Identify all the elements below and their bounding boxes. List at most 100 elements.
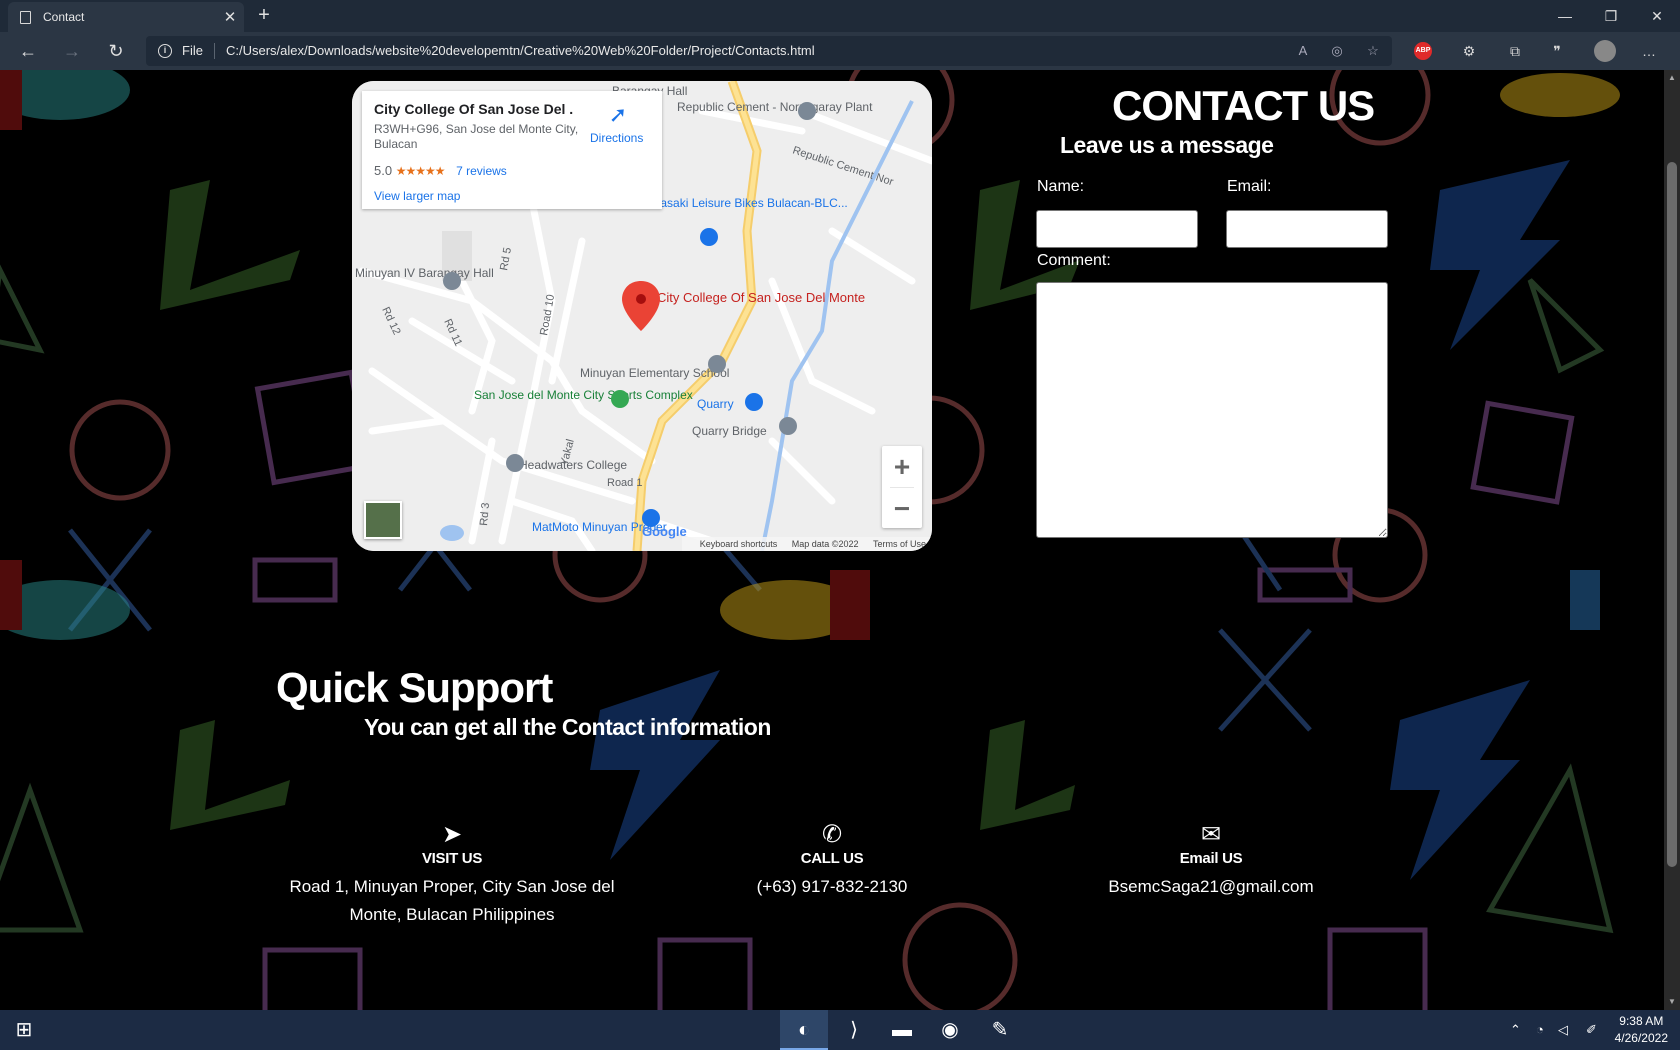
visit-us-heading: VISIT US [421,850,483,867]
obs-icon[interactable]: ◉ [926,1010,974,1050]
comment-textarea[interactable] [1036,282,1388,538]
refresh-button[interactable]: ↻ [102,38,130,64]
keyboard-shortcuts-link[interactable]: Keyboard shortcuts [700,539,778,549]
forward-button[interactable]: → [58,38,86,64]
map-label: Road 1 [607,477,642,489]
email-us-heading: Email US [1179,850,1243,867]
bridge-pin-icon[interactable] [779,417,797,435]
map-label: Quarry [697,397,734,411]
map-label: San Jose del Monte City Sports Complex [474,388,693,402]
visit-us-address: Road 1, Minuyan Proper, City San Jose de… [289,877,615,924]
quote-icon[interactable]: ❞ [1546,40,1568,62]
email-field[interactable] [1226,210,1388,248]
quick-support-subtitle: You can get all the Contact information [364,714,771,740]
zoom-control: + − [882,446,922,528]
satellite-toggle[interactable] [364,501,402,539]
scroll-down-arrow-icon[interactable]: ▼ [1664,994,1680,1010]
browser-toolbar: ← → ↻ i File C:/Users/alex/Downloads/web… [0,32,1680,70]
phone-icon: ✆ [821,821,843,848]
browser-tab[interactable]: Contact ✕ [8,2,244,32]
more-menu-icon[interactable]: … [1638,40,1660,62]
back-button[interactable]: ← [14,38,42,64]
place-rating: 5.0 ★★★★★ 7 reviews [374,163,507,178]
map-label: Minuyan IV Barangay Hall [355,266,494,280]
map-label: Republic Cement - Norzagaray Plant [677,100,873,114]
terms-of-use-link[interactable]: Terms of Use [873,539,926,549]
view-larger-map-link[interactable]: View larger map [374,189,460,203]
collections-icon[interactable]: ⧉ [1504,40,1526,62]
star-rating-icon: ★★★★★ [395,164,446,178]
scrollbar-thumb[interactable] [1667,162,1677,867]
place-address: R3WH+G96, San Jose del Monte City, Bulac… [374,122,579,151]
embedded-map[interactable]: Barangay Hall Republic Cement - Norzagar… [352,81,932,551]
shop-pin-icon[interactable] [745,393,763,411]
restore-button[interactable]: ❐ [1588,0,1634,32]
url-text[interactable]: C:/Users/alex/Downloads/website%20develo… [226,43,815,58]
place-name: City College Of San Jose Del ... [374,101,574,117]
call-us-heading: CALL US [800,850,864,867]
clock-date: 4/26/2022 [1614,1031,1668,1045]
scroll-up-arrow-icon[interactable]: ▲ [1664,70,1680,86]
new-tab-button[interactable]: + [252,4,276,28]
google-logo: Google [642,524,687,539]
map-label: Quarry Bridge [692,424,767,438]
directions-link[interactable]: Directions [590,131,643,145]
favorite-star-icon[interactable]: ☆ [1364,42,1382,60]
map-label: Minuyan Elementary School [580,366,729,380]
zoom-out-button[interactable]: − [882,488,922,529]
name-field[interactable] [1036,210,1198,248]
extensions-icon[interactable]: ⚙ [1458,40,1480,62]
marker-label: City College Of San Jose Del Monte [657,290,865,305]
factory-pin-icon[interactable] [798,102,816,120]
show-hidden-icons[interactable]: ⌃ [1510,1022,1521,1038]
map-attribution: Keyboard shortcuts Map data ©2022 Terms … [681,537,932,551]
volume-icon[interactable]: ◁ [1558,1022,1568,1038]
close-tab-icon[interactable]: ✕ [216,8,244,26]
page-scrollbar[interactable]: ▲ ▼ [1664,70,1680,1010]
system-clock[interactable]: 9:38 AM 4/26/2022 [1615,1013,1668,1047]
visit-us-section: ➤ VISIT US Road 1, Minuyan Proper, City … [282,820,622,929]
tab-strip: Contact ✕ + — ❐ ✕ [0,0,1680,32]
pen-icon[interactable]: ✐ [1586,1022,1597,1038]
start-button[interactable]: ⊞ [0,1010,48,1050]
vscode-icon[interactable]: ⟩ [830,1010,878,1050]
reviews-link[interactable]: 7 reviews [456,164,507,178]
tracking-icon[interactable]: ◎ [1328,42,1346,60]
email-label: Email: [1227,178,1272,195]
shop-pin-icon[interactable] [700,228,718,246]
address-separator [214,43,215,59]
map-label: Rd 3 [478,502,492,526]
file-explorer-icon[interactable]: ▬ [878,1010,926,1050]
network-icon[interactable]: ◔ [1536,1022,1544,1037]
school-pin-icon[interactable] [708,355,726,373]
document-icon [20,10,31,24]
profile-avatar[interactable] [1594,40,1616,62]
directions-icon[interactable]: ➚ [606,103,630,127]
envelope-icon: ✉ [1200,821,1222,848]
government-pin-icon[interactable] [443,272,461,290]
paint-icon[interactable]: ✎ [976,1010,1024,1050]
address-bar[interactable]: i File C:/Users/alex/Downloads/website%2… [146,36,1392,66]
school-pin-icon[interactable] [506,454,524,472]
rating-value: 5.0 [374,163,393,178]
email-us-section: ✉ Email US BsemcSaga21@gmail.com [1041,820,1381,901]
close-window-button[interactable]: ✕ [1634,0,1680,32]
clock-time: 9:38 AM [1619,1014,1664,1028]
zoom-in-button[interactable]: + [882,446,922,487]
tab-title: Contact [43,10,85,24]
file-label: File [182,43,203,58]
windows-taskbar: ⊞ ◐ ⟩ ▬ ◉ ✎ ⌃ ◔ ◁ ✐ 9:38 AM 4/26/2022 [0,1010,1680,1050]
park-pin-icon[interactable] [611,390,629,408]
minimize-button[interactable]: — [1542,0,1588,32]
contact-title: CONTACT US [1112,82,1375,129]
contact-subtitle: Leave us a message [1060,132,1274,158]
adblock-plus-icon[interactable]: ABP [1414,42,1432,60]
map-label: Headwaters College [519,458,627,472]
read-aloud-icon[interactable]: A [1294,42,1312,60]
info-icon[interactable]: i [158,44,172,58]
map-label: Kawasaki Leisure Bikes Bulacan-BLC... [637,196,848,210]
name-label: Name: [1037,178,1085,195]
comment-label: Comment: [1037,252,1111,269]
edge-browser-icon[interactable]: ◐ [780,1010,828,1050]
map-data-text: Map data ©2022 [791,539,859,549]
